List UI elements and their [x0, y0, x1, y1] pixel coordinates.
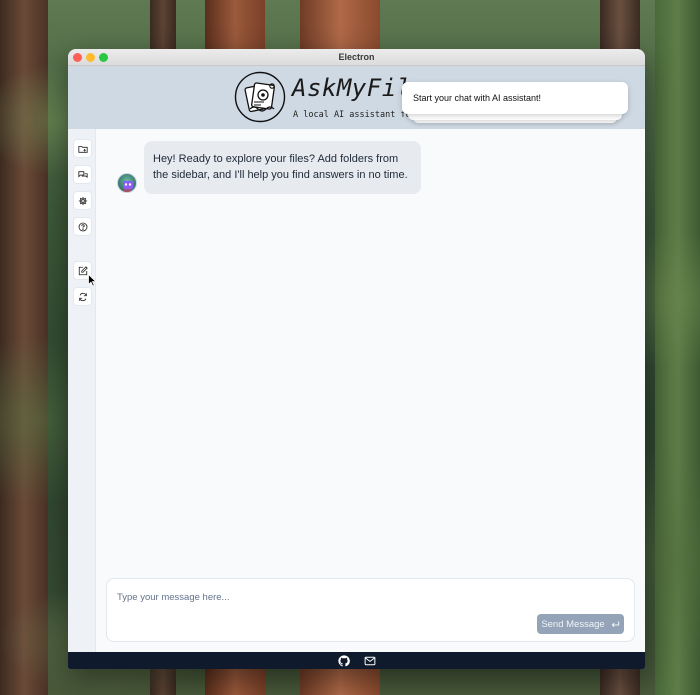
gear-icon	[78, 196, 87, 205]
folder-plus-icon	[77, 145, 88, 153]
app-logo	[234, 71, 286, 123]
app-window: Electron AskMyFil A local AI assistant f…	[68, 49, 645, 669]
assistant-avatar	[117, 173, 137, 193]
send-message-label: Send Message	[541, 618, 605, 630]
mail-icon[interactable]	[364, 655, 376, 667]
send-message-button[interactable]: Send Message	[537, 614, 624, 634]
message-input[interactable]	[117, 589, 517, 605]
chat-bubbles-icon	[77, 170, 88, 178]
edit-icon	[78, 265, 88, 275]
chats-button[interactable]	[73, 165, 92, 184]
chat-area: Hey! Ready to explore your files? Add fo…	[96, 129, 645, 652]
return-icon	[611, 620, 619, 627]
add-folder-button[interactable]	[73, 139, 92, 158]
minimize-window-button[interactable]	[86, 53, 95, 62]
message-composer: Send Message	[106, 578, 635, 642]
title-bar[interactable]: Electron	[68, 49, 645, 66]
app-subtitle: A local AI assistant fo	[293, 110, 411, 120]
close-window-button[interactable]	[73, 53, 82, 62]
settings-button[interactable]	[73, 191, 92, 210]
refresh-button[interactable]	[73, 287, 92, 306]
app-header: AskMyFil A local AI assistant fo Start y…	[68, 66, 645, 129]
github-icon[interactable]	[337, 654, 350, 667]
refresh-icon	[78, 292, 87, 301]
help-button[interactable]	[73, 217, 92, 236]
maximize-window-button[interactable]	[99, 53, 108, 62]
mouse-cursor	[88, 274, 97, 287]
app-footer	[68, 652, 645, 669]
sidebar	[68, 129, 96, 652]
toast-notification: Start your chat with AI assistant!	[402, 82, 628, 114]
assistant-message: Hey! Ready to explore your files? Add fo…	[144, 141, 421, 194]
window-title: Electron	[338, 52, 375, 62]
app-name: AskMyFil	[292, 74, 412, 102]
robot-icon	[123, 181, 133, 192]
help-circle-icon	[78, 222, 87, 231]
